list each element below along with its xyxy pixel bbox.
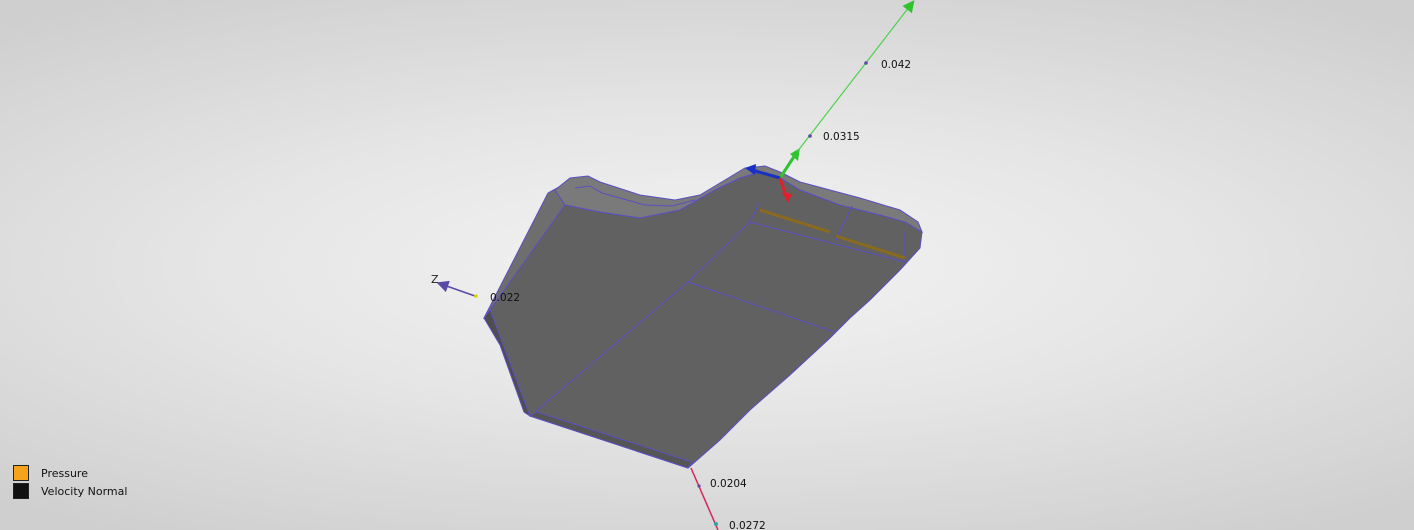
legend-label: Velocity Normal [41, 484, 128, 498]
dimension-ruler-x: 0.0204 0.0272 [690, 467, 766, 530]
legend-label: Pressure [41, 466, 88, 480]
pressure-swatch-icon [13, 465, 29, 481]
dimension-ruler-y: 0.0315 0.042 [796, 0, 915, 153]
graphics-viewport[interactable]: 0.0315 0.042 Z 0.022 0.0204 0.0272 Press… [0, 0, 1414, 530]
dimension-label-0272: 0.0272 [729, 520, 766, 530]
ruler-tick [714, 522, 718, 526]
cad-part-body[interactable] [482, 165, 924, 469]
ruler-tick [697, 484, 701, 488]
dimension-label-022: 0.022 [490, 292, 520, 304]
legend-item-pressure: Pressure [13, 464, 127, 482]
boundary-legend: Pressure Velocity Normal [13, 464, 127, 500]
legend-item-velocity-normal: Velocity Normal [13, 482, 127, 500]
ruler-tick [864, 61, 868, 65]
ruler-tick [808, 134, 812, 138]
ruler-line [796, 0, 915, 153]
dimension-label-0204: 0.0204 [710, 478, 747, 490]
dimension-label-0315: 0.0315 [823, 131, 860, 143]
velocity-normal-swatch-icon [13, 483, 29, 499]
ruler-line [436, 280, 476, 297]
z-axis-letter: Z [431, 273, 439, 286]
3d-scene[interactable]: 0.0315 0.042 Z 0.022 0.0204 0.0272 [0, 0, 1414, 530]
dimension-label-042: 0.042 [881, 59, 911, 71]
ruler-tick [474, 294, 478, 298]
